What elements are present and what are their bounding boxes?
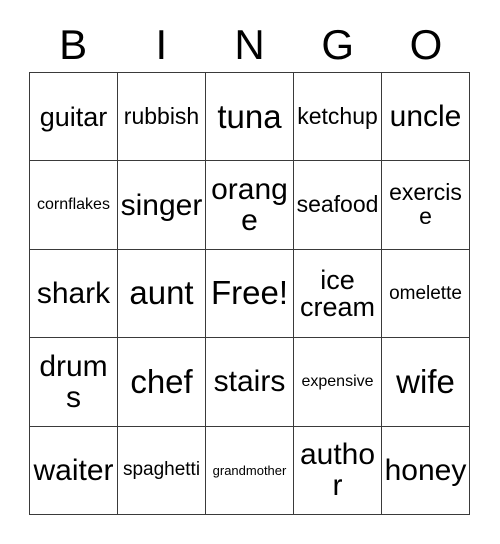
bingo-cell-label: tuna — [217, 97, 282, 135]
bingo-cell-label: expensive — [301, 372, 374, 390]
bingo-cell[interactable]: singer — [118, 161, 206, 250]
bingo-cell-label: exercise — [389, 179, 462, 230]
bingo-row: drums chef stairs expensive wife — [30, 338, 470, 427]
bingo-cell[interactable]: exercise — [382, 161, 470, 250]
bingo-cell[interactable]: shark — [30, 249, 118, 339]
bingo-cell-label: grandmother — [212, 462, 287, 478]
bingo-cell-label: singer — [120, 188, 203, 222]
bingo-cell[interactable]: stairs — [206, 338, 294, 427]
bingo-free-space-label: Free! — [210, 274, 289, 312]
bingo-cell-label: drums — [39, 349, 108, 414]
bingo-cell-label: cornflakes — [37, 195, 110, 213]
bingo-cell[interactable]: waiter — [30, 426, 118, 516]
bingo-cell[interactable]: wife — [382, 338, 470, 427]
bingo-cell[interactable]: aunt — [118, 249, 206, 339]
bingo-cell[interactable]: seafood — [294, 161, 382, 250]
bingo-cell[interactable]: grandmother — [206, 426, 294, 516]
header-letter-g: G — [321, 21, 355, 68]
bingo-cell[interactable]: cornflakes — [30, 161, 118, 250]
bingo-cell-label: omelette — [389, 282, 462, 304]
header-letter-b: B — [59, 21, 88, 68]
header-letter-o: O — [409, 21, 443, 68]
bingo-header-row: B I N G O — [29, 18, 470, 72]
bingo-cell-label: ketchup — [297, 102, 378, 129]
bingo-row: shark aunt Free! ice cream omelette — [30, 249, 470, 339]
bingo-cell-label: seafood — [296, 191, 379, 218]
bingo-cell-label: chef — [130, 362, 193, 400]
bingo-cell[interactable]: author — [294, 426, 382, 516]
bingo-card: B I N G O guitar rubbish tuna ketchup un… — [0, 0, 500, 544]
bingo-cell-label: spaghetti — [122, 459, 201, 481]
bingo-cell-label: ice cream — [299, 264, 375, 322]
bingo-cell[interactable]: uncle — [382, 73, 470, 162]
bingo-cell[interactable]: honey — [382, 426, 470, 516]
bingo-cell-label: aunt — [129, 274, 194, 312]
bingo-cell-free-space[interactable]: Free! — [206, 249, 294, 339]
bingo-row: cornflakes singer orange seafood exercis… — [30, 161, 470, 250]
bingo-cell[interactable]: chef — [118, 338, 206, 427]
bingo-cell[interactable]: drums — [30, 338, 118, 427]
bingo-cell-label: waiter — [33, 453, 114, 487]
bingo-cell[interactable]: ketchup — [294, 73, 382, 162]
bingo-cell-label: rubbish — [123, 102, 200, 129]
bingo-cell[interactable]: omelette — [382, 249, 470, 339]
bingo-row: guitar rubbish tuna ketchup uncle — [30, 73, 470, 162]
bingo-cell-label: wife — [396, 362, 455, 400]
bingo-cell-label: stairs — [213, 365, 286, 399]
bingo-cell-label: honey — [384, 453, 467, 487]
bingo-cell[interactable]: guitar — [30, 73, 118, 162]
bingo-cell[interactable]: expensive — [294, 338, 382, 427]
bingo-row: waiter spaghetti grandmother author hone… — [30, 426, 470, 516]
bingo-cell-label: author — [299, 438, 376, 503]
bingo-cell-label: uncle — [389, 100, 462, 134]
bingo-cell[interactable]: orange — [206, 161, 294, 250]
bingo-cell[interactable]: tuna — [206, 73, 294, 162]
bingo-cell[interactable]: ice cream — [294, 249, 382, 339]
bingo-cell[interactable]: spaghetti — [118, 426, 206, 516]
header-letter-n: N — [234, 21, 265, 68]
bingo-cell-label: shark — [36, 276, 111, 310]
bingo-cell[interactable]: rubbish — [118, 73, 206, 162]
header-letter-i: I — [155, 21, 168, 68]
bingo-cell-label: guitar — [39, 101, 108, 132]
bingo-cell-label: orange — [211, 172, 288, 238]
bingo-grid: guitar rubbish tuna ketchup uncle cornfl… — [29, 72, 470, 516]
